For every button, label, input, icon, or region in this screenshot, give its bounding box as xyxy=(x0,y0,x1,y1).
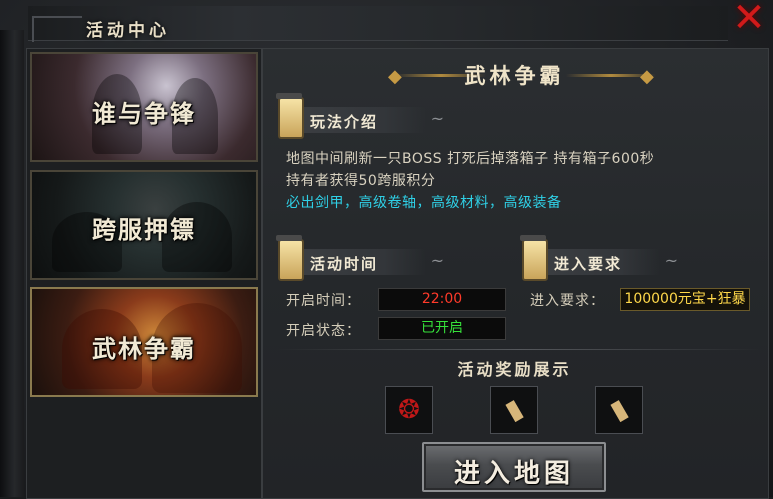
event-card-label: 武林争霸 xyxy=(92,335,196,363)
scroll-icon: ▮ xyxy=(500,393,528,427)
event-card-label: 跨服押镖 xyxy=(92,216,196,244)
requirement-section-header: 进入要求 ~ xyxy=(520,235,678,281)
open-status-value: 已开启 xyxy=(378,317,506,340)
requirement-value: 100000元宝+狂暴 xyxy=(620,288,750,311)
reward-slot-1[interactable]: ❂ xyxy=(385,386,433,434)
event-title: 武林争霸 xyxy=(464,64,565,88)
open-status-label: 开启状态： xyxy=(286,323,361,339)
open-time-label: 开启时间： xyxy=(286,293,361,309)
section-divider xyxy=(276,349,762,350)
enter-map-label: 进入地图 xyxy=(453,459,574,489)
lantern-icon xyxy=(520,235,548,281)
event-card-1[interactable]: 谁与争锋 xyxy=(30,52,258,162)
rules-line-2: 持有者获得50跨服积分 xyxy=(286,173,436,189)
time-header-label: 活动时间 xyxy=(310,255,379,273)
curl-ornament-icon: ~ xyxy=(430,109,444,128)
reward-slot-3[interactable]: ▮ xyxy=(595,386,643,434)
rules-section-header: 玩法介绍 ~ xyxy=(276,93,444,139)
swirl-ornament-icon: ◆ xyxy=(640,66,654,87)
curl-ornament-icon: ~ xyxy=(430,251,444,270)
rules-line-rewards: 必出剑甲，高级卷轴，高级材料，高级装备 xyxy=(286,195,562,211)
enter-map-button[interactable]: 进入地图 xyxy=(422,442,606,492)
event-card-3-selected[interactable]: 武林争霸 xyxy=(30,287,258,397)
requirement-label: 进入要求： xyxy=(530,293,605,309)
event-card-2[interactable]: 跨服押镖 xyxy=(30,170,258,280)
event-card-label: 谁与争锋 xyxy=(92,100,196,128)
lantern-icon xyxy=(276,235,304,281)
window-left-border xyxy=(0,30,24,497)
rewards-title: 活动奖励展示 xyxy=(457,360,572,379)
lantern-icon xyxy=(276,93,304,139)
rules-header-label: 玩法介绍 xyxy=(310,113,379,131)
red-orb-icon: ❂ xyxy=(398,395,420,425)
scroll-icon: ▮ xyxy=(605,393,633,427)
curl-ornament-icon: ~ xyxy=(664,251,678,270)
close-icon[interactable]: ✕ xyxy=(731,0,767,38)
reward-slot-2[interactable]: ▮ xyxy=(490,386,538,434)
title-ornament xyxy=(32,16,82,42)
window-title: 活动中心 xyxy=(86,21,170,41)
requirement-header-label: 进入要求 xyxy=(554,255,623,273)
title-bar: 活动中心 xyxy=(28,6,728,42)
rules-line-1: 地图中间刷新一只BOSS 打死后掉落箱子 持有箱子600秒 xyxy=(286,151,655,167)
time-section-header: 活动时间 ~ xyxy=(276,235,444,281)
open-time-value: 22:00 xyxy=(378,288,506,311)
